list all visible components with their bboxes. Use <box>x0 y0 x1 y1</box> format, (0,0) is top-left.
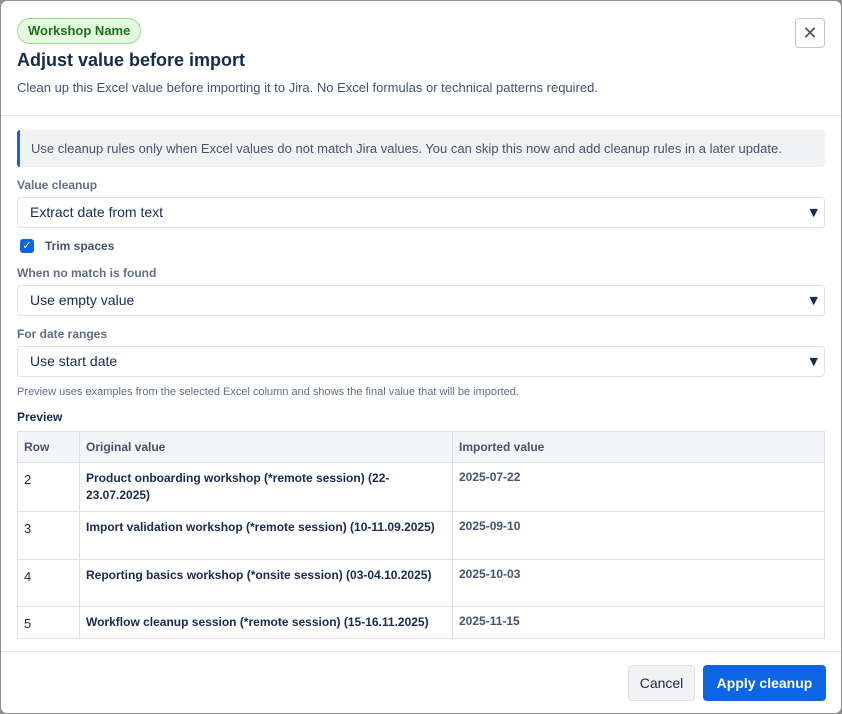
trim-spaces-label[interactable]: Trim spaces <box>45 239 114 253</box>
value-cleanup-selected: Extract date from text <box>30 204 164 220</box>
no-match-label: When no match is found <box>17 266 157 280</box>
preview-table: Row Original value Imported value 2 Prod… <box>17 431 825 639</box>
original-value: Product onboarding workshop (*remote ses… <box>79 462 453 512</box>
close-button[interactable]: ✕ <box>795 18 825 48</box>
row-number: 5 <box>17 606 80 639</box>
cancel-button[interactable]: Cancel <box>628 665 695 701</box>
original-value: Workflow cleanup session (*remote sessio… <box>79 606 453 639</box>
row-number: 2 <box>17 462 80 512</box>
dialog-subtitle: Clean up this Excel value before importi… <box>17 80 598 95</box>
preview-help-text: Preview uses examples from the selected … <box>17 386 519 398</box>
dialog-header: Workshop Name Adjust value before import… <box>1 1 841 116</box>
date-ranges-select[interactable]: Use start date ▼ <box>17 346 825 377</box>
column-header-row: Row <box>17 431 80 463</box>
imported-value: 2025-11-15 <box>452 606 825 639</box>
original-value: Import validation workshop (*remote sess… <box>79 511 453 560</box>
date-ranges-selected: Use start date <box>30 353 118 369</box>
table-row: 2 Product onboarding workshop (*remote s… <box>17 462 825 512</box>
imported-value: 2025-09-10 <box>452 511 825 560</box>
chevron-down-icon: ▼ <box>809 206 818 219</box>
value-cleanup-label: Value cleanup <box>17 178 98 192</box>
dialog-footer: Cancel Apply cleanup <box>1 651 841 713</box>
table-row: 5 Workflow cleanup session (*remote sess… <box>17 606 825 639</box>
table-row: 3 Import validation workshop (*remote se… <box>17 511 825 560</box>
close-icon: ✕ <box>802 22 818 44</box>
no-match-selected: Use empty value <box>30 292 135 308</box>
chevron-down-icon: ▼ <box>809 294 818 307</box>
value-cleanup-select[interactable]: Extract date from text ▼ <box>17 197 825 228</box>
table-header-row: Row Original value Imported value <box>17 431 825 463</box>
row-number: 4 <box>17 559 80 607</box>
chevron-down-icon: ▼ <box>809 355 818 368</box>
import-cleanup-dialog: Workshop Name Adjust value before import… <box>1 1 841 713</box>
apply-cleanup-button[interactable]: Apply cleanup <box>703 665 826 701</box>
dialog-title: Adjust value before import <box>17 50 246 70</box>
row-number: 3 <box>17 511 80 560</box>
preview-title: Preview <box>17 410 63 424</box>
date-ranges-label: For date ranges <box>17 327 108 341</box>
imported-value: 2025-10-03 <box>452 559 825 607</box>
field-name-badge: Workshop Name <box>17 18 142 44</box>
info-message: Use cleanup rules only when Excel values… <box>17 130 825 167</box>
no-match-select[interactable]: Use empty value ▼ <box>17 285 825 316</box>
imported-value: 2025-07-22 <box>452 462 825 512</box>
checkmark-icon: ✓ <box>22 239 32 252</box>
column-header-original: Original value <box>79 431 453 463</box>
table-row: 4 Reporting basics workshop (*onsite ses… <box>17 559 825 607</box>
trim-spaces-checkbox[interactable]: ✓ <box>20 239 34 253</box>
column-header-imported: Imported value <box>452 431 825 463</box>
original-value: Reporting basics workshop (*onsite sessi… <box>79 559 453 607</box>
